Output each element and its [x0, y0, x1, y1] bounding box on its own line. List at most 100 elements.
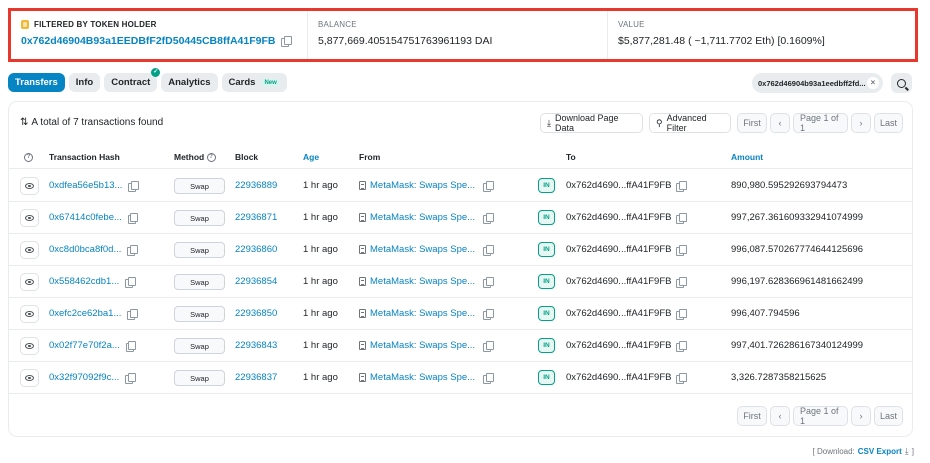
from-link[interactable]: MetaMask: Swaps Spe...	[370, 180, 475, 191]
next-page-button[interactable]: ›	[851, 113, 871, 133]
copy-icon[interactable]	[483, 244, 494, 256]
download-icon: ⤓	[547, 117, 551, 128]
block-link[interactable]: 22936843	[235, 340, 277, 351]
tx-hash-link[interactable]: 0x32f97092f9c...	[49, 372, 119, 383]
block-link[interactable]: 22936850	[235, 308, 277, 319]
tx-hash-link[interactable]: 0xefc2ce62ba1...	[49, 308, 121, 319]
advanced-filter-button[interactable]: ⚲ Advanced Filter	[649, 113, 731, 133]
tx-hash-link[interactable]: 0xdfea56e5b13...	[49, 180, 122, 191]
copy-icon[interactable]	[676, 340, 687, 352]
amount-value: 996,197.628366961481662499	[731, 276, 864, 287]
block-link[interactable]: 22936871	[235, 212, 277, 223]
copy-icon[interactable]	[125, 276, 136, 288]
view-details-button[interactable]	[20, 209, 39, 227]
copy-icon[interactable]	[676, 244, 687, 256]
from-link[interactable]: MetaMask: Swaps Spe...	[370, 308, 475, 319]
csv-export-link[interactable]: CSV Export	[858, 447, 902, 456]
info-column-header[interactable]: ?	[24, 152, 33, 163]
last-page-button[interactable]: Last	[874, 113, 903, 133]
table-row: 0x558462cdb1... Swap 22936854 1 hr ago M…	[9, 266, 912, 298]
chevron-right-icon: ›	[859, 411, 863, 421]
copy-icon[interactable]	[483, 340, 494, 352]
copy-icon[interactable]	[483, 372, 494, 384]
next-page-button[interactable]: ›	[851, 406, 871, 426]
copy-icon[interactable]	[676, 372, 687, 384]
search-button[interactable]	[891, 73, 912, 93]
tx-hash-link[interactable]: 0x67414c0febe...	[49, 212, 122, 223]
value-column: VALUE $5,877,281.48 ( ~1,711.7702 Eth) […	[607, 11, 915, 59]
copy-icon[interactable]	[125, 372, 136, 384]
tab-label: Cards	[228, 77, 256, 88]
from-cell: MetaMask: Swaps Spe...	[359, 372, 494, 384]
prev-page-button[interactable]: ‹	[770, 113, 790, 133]
copy-icon[interactable]	[128, 180, 139, 192]
verified-check-icon: ✓	[151, 68, 161, 77]
from-link[interactable]: MetaMask: Swaps Spe...	[370, 276, 475, 287]
help-icon[interactable]: ?	[206, 153, 216, 163]
copy-icon[interactable]	[127, 212, 139, 224]
help-icon: ?	[24, 153, 33, 163]
to-address: 0x762d4690...ffA41F9FB	[566, 180, 672, 191]
chevron-left-icon: ‹	[778, 411, 782, 421]
download-page-data-button[interactable]: ⤓ Download Page Data	[540, 113, 643, 133]
view-details-button[interactable]	[20, 241, 39, 259]
copy-icon[interactable]	[281, 36, 292, 47]
from-link[interactable]: MetaMask: Swaps Spe...	[370, 244, 475, 255]
tab-cards[interactable]: Cards New	[221, 73, 287, 92]
value-label: VALUE	[618, 19, 645, 29]
copy-icon[interactable]	[125, 340, 137, 352]
sort-icon[interactable]: ⇅	[20, 117, 28, 128]
tab-info[interactable]: Info	[68, 73, 101, 92]
direction-badge: IN	[538, 306, 555, 321]
balance-label: BALANCE	[318, 19, 357, 29]
view-details-button[interactable]	[20, 177, 39, 195]
from-link[interactable]: MetaMask: Swaps Spe...	[370, 372, 475, 383]
block-link[interactable]: 22936860	[235, 244, 277, 255]
new-badge: New	[261, 78, 280, 87]
filtered-label-row: FILTERED BY TOKEN HOLDER	[21, 18, 297, 30]
from-cell: MetaMask: Swaps Spe...	[359, 308, 494, 320]
amount-value: 996,407.794596	[731, 308, 800, 319]
copy-icon[interactable]	[676, 212, 687, 224]
from-link[interactable]: MetaMask: Swaps Spe...	[370, 340, 475, 351]
view-details-button[interactable]	[20, 337, 39, 355]
copy-icon[interactable]	[676, 180, 687, 192]
view-details-button[interactable]	[20, 369, 39, 387]
last-label: Last	[880, 411, 898, 421]
view-details-button[interactable]	[20, 273, 39, 291]
first-page-button[interactable]: First	[737, 406, 767, 426]
block-link[interactable]: 22936837	[235, 372, 277, 383]
token-holder-summary: FILTERED BY TOKEN HOLDER 0x762d46904B93a…	[8, 8, 918, 62]
copy-icon[interactable]	[483, 212, 494, 224]
tx-hash-link[interactable]: 0x558462cdb1...	[49, 276, 119, 287]
page-indicator: Page 1 of 1	[793, 406, 848, 426]
method-badge: Swap	[174, 210, 225, 226]
prev-page-button[interactable]: ‹	[770, 406, 790, 426]
first-page-button[interactable]: First	[737, 113, 767, 133]
total-transactions: ⇅ A total of 7 transactions found	[20, 117, 163, 128]
tab-transfers[interactable]: Transfers	[8, 73, 65, 92]
last-page-button[interactable]: Last	[874, 406, 903, 426]
close-icon[interactable]: ×	[867, 77, 879, 89]
from-link[interactable]: MetaMask: Swaps Spe...	[370, 212, 475, 223]
copy-icon[interactable]	[676, 276, 687, 288]
block-link[interactable]: 22936889	[235, 180, 277, 191]
amount-header[interactable]: Amount	[731, 152, 763, 162]
tx-hash-link[interactable]: 0x02f77e70f2a...	[49, 340, 120, 351]
tx-hash-link[interactable]: 0xc8d0bca8f0d...	[49, 244, 121, 255]
copy-icon[interactable]	[483, 276, 494, 288]
copy-icon[interactable]	[127, 308, 138, 320]
block-link[interactable]: 22936854	[235, 276, 277, 287]
view-details-button[interactable]	[20, 305, 39, 323]
address-filter-chip[interactable]: 0x762d46904b93a1eedbff2fd... ×	[752, 73, 883, 93]
age-header[interactable]: Age	[303, 152, 319, 162]
copy-icon[interactable]	[483, 180, 494, 192]
tab-contract[interactable]: Contract ✓	[104, 68, 161, 92]
copy-icon[interactable]	[676, 308, 687, 320]
table-row: 0x32f97092f9c... Swap 22936837 1 hr ago …	[9, 362, 912, 394]
tab-analytics[interactable]: Analytics	[161, 73, 218, 92]
holder-address-link[interactable]: 0x762d46904B93a1EEDBfF2fD50445CB8ffA41F9…	[21, 35, 275, 47]
copy-icon[interactable]	[127, 244, 138, 256]
copy-icon[interactable]	[483, 308, 494, 320]
tab-label: Transfers	[15, 77, 58, 88]
